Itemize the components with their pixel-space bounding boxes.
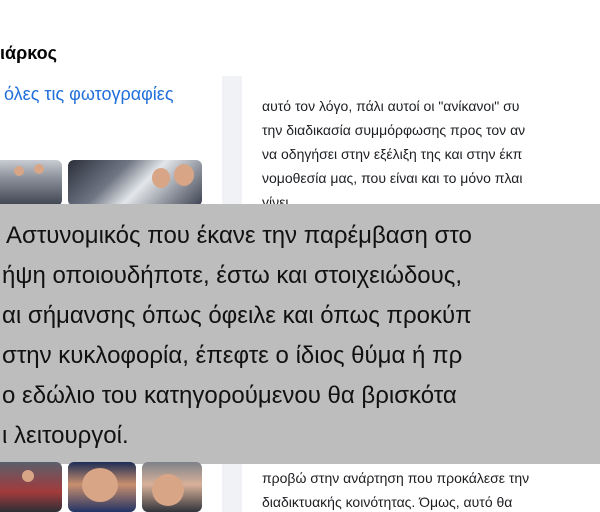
quote-overlay: Αστυνομικός που έκανε την παρέμβαση στο … (0, 204, 600, 464)
profile-header: ιάρκος (0, 16, 600, 76)
photo-thumbnail[interactable] (0, 462, 62, 512)
photo-thumbnail[interactable] (68, 160, 202, 206)
post-text-line: την διαδικασία συμμόρφωσης προς τον αν (262, 122, 526, 138)
post-text-line: να οδηγήσει στην εξέλιξη της και στην έκ… (262, 146, 523, 162)
all-photos-link[interactable]: όλες τις φωτογραφίες (4, 84, 174, 105)
overlay-text-line: στην κυκλοφορία, έπεφτε ο ίδιος θύμα ή π… (2, 342, 463, 369)
overlay-text-line: ι λειτουργοί. (2, 422, 129, 449)
post-text-line: διαδικτυακής κοινότητας. Όμως, αυτό θα (262, 494, 513, 510)
overlay-text-line: ήψη οποιουδήποτε, έστω και στοιχειώδους, (2, 262, 463, 289)
post-text-line: νομοθεσία μας, που είναι και το μόνο πλα… (262, 170, 523, 186)
photo-thumbnail[interactable] (68, 462, 136, 512)
overlay-text-line: Αστυνομικός που έκανε την παρέμβαση στο (6, 222, 472, 249)
profile-name[interactable]: ιάρκος (0, 43, 57, 64)
photo-thumbnail[interactable] (142, 462, 202, 512)
photo-thumbnail[interactable] (0, 160, 62, 206)
top-bar (0, 0, 600, 17)
post-text-line: αυτό τον λόγο, πάλι αυτοί οι "ανίκανοι" … (262, 98, 520, 114)
overlay-text-line: αι σήμανσης όπως όφειλε και όπως προκύπ (2, 302, 472, 329)
post-text-line: προβώ στην ανάρτηση που προκάλεσε την (262, 470, 530, 486)
overlay-text-line: ο εδώλιο του κατηγορούμενου θα βρισκότα (2, 382, 457, 409)
